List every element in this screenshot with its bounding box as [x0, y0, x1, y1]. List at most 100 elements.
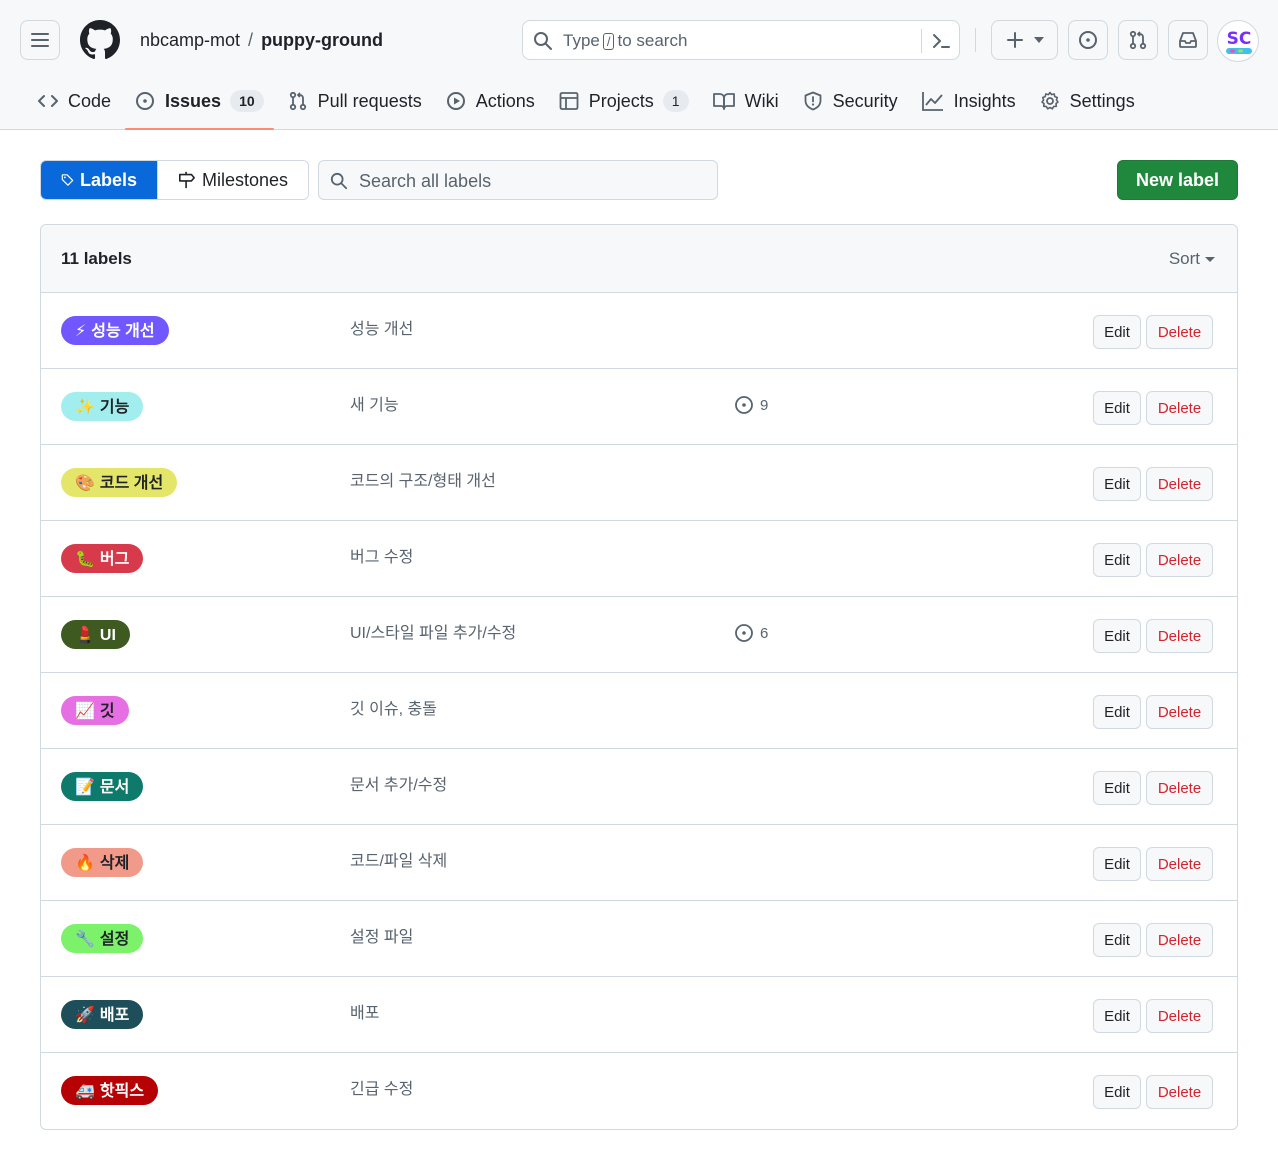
issue-icon — [1079, 31, 1097, 49]
plus-icon — [1006, 32, 1023, 48]
user-avatar[interactable]: SC — [1217, 20, 1259, 62]
label-name: 코드 개선 — [99, 475, 164, 492]
gear-icon — [1040, 91, 1059, 110]
repo-tabs: Code Issues 10 Pull requests Actions Pro… — [28, 82, 1149, 130]
github-logo-icon[interactable] — [80, 20, 120, 60]
label-description: UI/스타일 파일 추가/수정 — [350, 625, 517, 642]
label-emoji-icon: 🚀 — [75, 1005, 95, 1024]
graph-icon — [921, 92, 943, 111]
label-pill[interactable]: 📝 문서 — [61, 772, 144, 801]
label-name: 성능 개선 — [91, 323, 155, 340]
label-pill[interactable]: 🐛 버그 — [61, 544, 144, 573]
label-description: 버그 수정 — [350, 549, 414, 566]
label-row: 🚀 배포 배포 Edit Delete — [41, 977, 1237, 1053]
delete-label-button[interactable]: Delete — [1146, 543, 1213, 577]
repo-owner-link[interactable]: nbcamp-mot — [140, 30, 240, 50]
delete-label-button[interactable]: Delete — [1146, 1075, 1213, 1109]
label-pill[interactable]: 🔥 삭제 — [61, 848, 144, 877]
label-pill[interactable]: 🎨 코드 개선 — [61, 468, 178, 497]
tab-pull-requests[interactable]: Pull requests — [278, 82, 432, 120]
edit-label-button[interactable]: Edit — [1093, 923, 1141, 957]
edit-label-button[interactable]: Edit — [1093, 847, 1141, 881]
delete-label-button[interactable]: Delete — [1146, 391, 1213, 425]
global-search-input[interactable]: Type / to search — [522, 20, 960, 60]
label-description: 새 기능 — [350, 397, 399, 414]
search-prefix: Type — [563, 31, 600, 50]
menu-button[interactable] — [20, 20, 60, 60]
label-pill[interactable]: 🚀 배포 — [61, 1000, 144, 1029]
issue-icon — [735, 396, 753, 414]
code-icon — [38, 95, 58, 107]
label-search-input[interactable]: Search all labels — [318, 160, 718, 200]
tab-wiki[interactable]: Wiki — [703, 82, 789, 120]
tab-security[interactable]: Security — [793, 82, 908, 120]
avatar-text: SC — [1227, 29, 1252, 49]
delete-label-button[interactable]: Delete — [1146, 695, 1213, 729]
label-pill[interactable]: 🔧 설정 — [61, 924, 144, 953]
inbox-button[interactable] — [1168, 20, 1208, 60]
book-icon — [712, 93, 735, 110]
edit-label-button[interactable]: Edit — [1093, 695, 1141, 729]
edit-label-button[interactable]: Edit — [1093, 771, 1141, 805]
label-pill[interactable]: 🚑 핫픽스 — [61, 1076, 159, 1105]
label-emoji-icon: 🎨 — [75, 473, 95, 492]
delete-label-button[interactable]: Delete — [1146, 619, 1213, 653]
tab-settings[interactable]: Settings — [1030, 82, 1145, 120]
tab-projects-label: Projects — [588, 90, 654, 111]
edit-label-button[interactable]: Edit — [1093, 619, 1141, 653]
label-pill[interactable]: 💄 UI — [61, 620, 130, 649]
tab-actions[interactable]: Actions — [436, 82, 545, 120]
table-icon — [559, 92, 579, 110]
label-row: 🔧 설정 설정 파일 Edit Delete — [41, 901, 1237, 977]
label-row: 🎨 코드 개선 코드의 구조/형태 개선 Edit Delete — [41, 445, 1237, 521]
edit-label-button[interactable]: Edit — [1093, 1075, 1141, 1109]
app-header: nbcamp-mot / puppy-ground Type / to search S… — [0, 0, 1278, 130]
delete-label-button[interactable]: Delete — [1146, 999, 1213, 1033]
edit-label-button[interactable]: Edit — [1093, 999, 1141, 1033]
tab-security-label: Security — [832, 90, 898, 111]
delete-label-button[interactable]: Delete — [1146, 771, 1213, 805]
tab-insights[interactable]: Insights — [912, 82, 1026, 120]
delete-label-button[interactable]: Delete — [1146, 467, 1213, 501]
delete-label-button[interactable]: Delete — [1146, 847, 1213, 881]
labels-subnav-item[interactable]: Labels — [41, 161, 157, 199]
label-emoji-icon: 🚑 — [75, 1081, 95, 1100]
tab-code[interactable]: Code — [28, 82, 121, 120]
label-description: 성능 개선 — [350, 321, 414, 338]
avatar-image-icon: SC — [1226, 29, 1252, 54]
label-row: 🐛 버그 버그 수정 Edit Delete — [41, 521, 1237, 597]
edit-label-button[interactable]: Edit — [1093, 543, 1141, 577]
command-palette-icon[interactable] — [931, 31, 951, 51]
edit-label-button[interactable]: Edit — [1093, 467, 1141, 501]
pull-requests-button[interactable] — [1118, 20, 1158, 60]
open-issues-link[interactable]: 6 — [734, 623, 768, 643]
label-name: 배포 — [99, 1007, 130, 1024]
label-pill[interactable]: 📈 깃 — [61, 696, 129, 725]
label-pill[interactable]: ⚡ 성능 개선 — [61, 316, 169, 345]
tag-icon — [61, 174, 74, 186]
label-pill[interactable]: ✨ 기능 — [61, 392, 144, 421]
tab-issues[interactable]: Issues 10 — [125, 82, 274, 130]
label-emoji-icon: 🔥 — [75, 853, 95, 872]
delete-label-button[interactable]: Delete — [1146, 923, 1213, 957]
edit-label-button[interactable]: Edit — [1093, 391, 1141, 425]
pull-request-icon — [1129, 30, 1147, 50]
tab-projects[interactable]: Projects 1 — [549, 82, 699, 120]
delete-label-button[interactable]: Delete — [1146, 315, 1213, 349]
label-row: ✨ 기능 새 기능 9 Edit Delete — [41, 369, 1237, 445]
sort-dropdown[interactable]: Sort — [1169, 249, 1215, 269]
label-emoji-icon: 📝 — [75, 777, 95, 796]
tab-actions-label: Actions — [475, 90, 535, 111]
issues-button[interactable] — [1068, 20, 1108, 60]
label-row: 🚑 핫픽스 긴급 수정 Edit Delete — [41, 1053, 1237, 1129]
milestones-subnav-item[interactable]: Milestones — [157, 161, 308, 199]
create-new-button[interactable] — [991, 20, 1058, 60]
edit-label-button[interactable]: Edit — [1093, 315, 1141, 349]
label-row: 💄 UI UI/스타일 파일 추가/수정 6 Edit Delete — [41, 597, 1237, 673]
label-description: 설정 파일 — [350, 929, 414, 946]
new-label-button[interactable]: New label — [1117, 160, 1238, 200]
open-issues-link[interactable]: 9 — [734, 395, 768, 415]
label-description: 코드/파일 삭제 — [350, 853, 448, 870]
repo-name-link[interactable]: puppy-ground — [261, 30, 383, 50]
search-icon — [330, 172, 348, 190]
